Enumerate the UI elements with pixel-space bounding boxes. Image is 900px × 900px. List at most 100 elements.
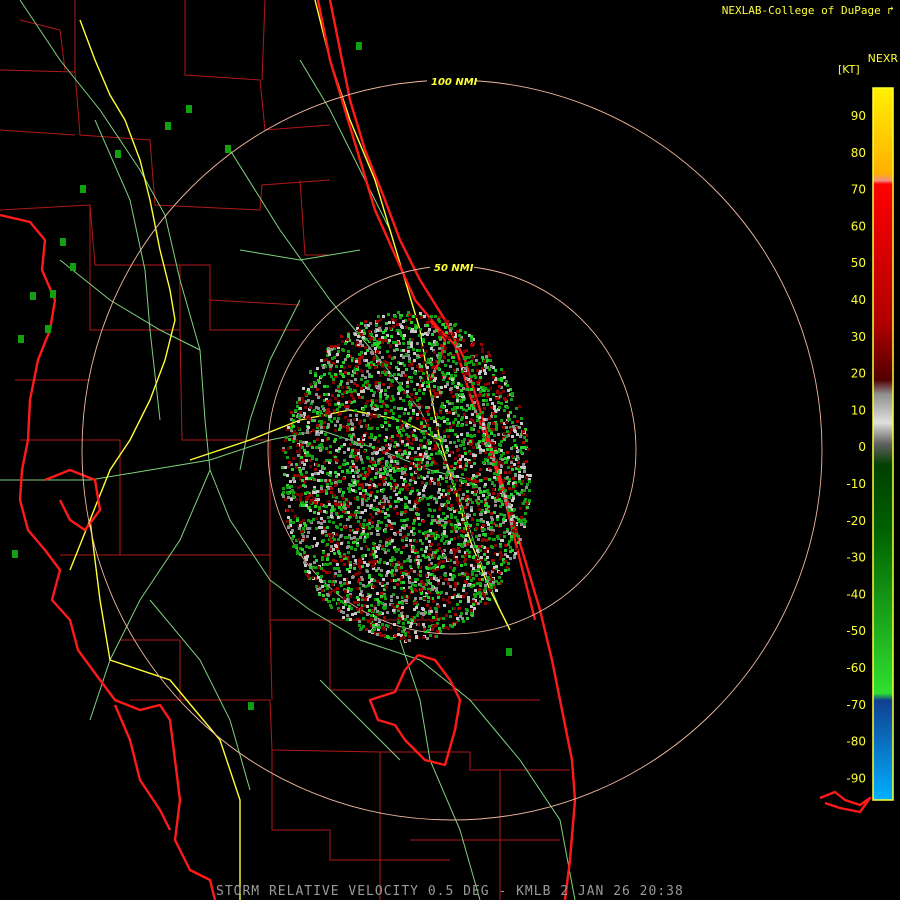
echo-pixel xyxy=(443,356,446,359)
echo-pixel xyxy=(507,508,510,511)
echo-pixel xyxy=(454,433,457,436)
echo-pixel xyxy=(418,530,421,533)
echo-pixel xyxy=(387,500,390,503)
echo-pixel xyxy=(520,519,523,522)
echo-pixel xyxy=(431,448,434,451)
echo-pixel xyxy=(457,494,460,497)
echo-pixel xyxy=(443,435,446,438)
echo-pixel xyxy=(374,408,377,411)
echo-pixel xyxy=(297,420,300,423)
echo-pixel xyxy=(401,606,404,609)
echo-pixel xyxy=(357,506,360,509)
echo-pixel xyxy=(325,492,328,495)
echo-pixel xyxy=(385,339,388,342)
echo-pixel xyxy=(420,354,423,357)
echo-pixel xyxy=(344,526,347,529)
echo-pixel xyxy=(461,506,464,509)
echo-pixel xyxy=(417,611,420,614)
echo-pixel xyxy=(308,442,311,445)
echo-pixel xyxy=(435,329,438,332)
echo-pixel xyxy=(384,551,387,554)
echo-pixel xyxy=(335,525,338,528)
echo-pixel xyxy=(403,471,406,474)
echo-pixel xyxy=(447,435,450,438)
echo-pixel xyxy=(434,551,437,554)
echo-pixel xyxy=(330,364,333,367)
echo-pixel xyxy=(502,390,505,393)
echo-pixel xyxy=(421,607,424,610)
echo-pixel xyxy=(407,412,410,415)
echo-pixel xyxy=(357,469,360,472)
echo-pixel xyxy=(343,582,346,585)
echo-pixel xyxy=(314,505,317,508)
echo-pixel xyxy=(338,503,341,506)
echo-pixel xyxy=(320,375,323,378)
echo-pixel xyxy=(444,319,447,322)
echo-pixel xyxy=(403,391,406,394)
echo-pixel xyxy=(435,531,438,534)
echo-pixel xyxy=(407,533,410,536)
legend-tick-label: -20 xyxy=(846,514,866,528)
echo-pixel xyxy=(344,416,347,419)
echo-pixel xyxy=(521,475,524,478)
echo-pixel xyxy=(507,466,510,469)
echo-pixel xyxy=(506,648,512,656)
echo-pixel xyxy=(456,399,459,402)
echo-pixel xyxy=(327,516,330,519)
echo-pixel xyxy=(380,592,383,595)
echo-pixel xyxy=(375,452,378,455)
echo-pixel xyxy=(438,627,441,630)
echo-pixel xyxy=(371,401,374,404)
echo-pixel xyxy=(402,399,405,402)
echo-pixel xyxy=(454,457,457,460)
echo-pixel xyxy=(499,505,502,508)
echo-pixel xyxy=(384,516,387,519)
echo-pixel xyxy=(422,338,425,341)
echo-pixel xyxy=(429,509,432,512)
echo-pixel xyxy=(360,607,363,610)
echo-pixel xyxy=(330,512,333,515)
echo-pixel xyxy=(482,434,485,437)
echo-pixel xyxy=(307,531,310,534)
echo-pixel xyxy=(407,435,410,438)
echo-pixel xyxy=(461,455,464,458)
echo-pixel xyxy=(338,570,341,573)
echo-pixel xyxy=(466,513,469,516)
echo-pixel xyxy=(472,407,475,410)
echo-pixel xyxy=(460,612,463,615)
echo-pixel xyxy=(452,333,455,336)
echo-pixel xyxy=(471,395,474,398)
echo-pixel xyxy=(389,327,392,330)
echo-pixel xyxy=(406,390,409,393)
product-code: NEXR xyxy=(867,52,898,65)
echo-pixel xyxy=(400,374,403,377)
echo-pixel xyxy=(460,433,463,436)
echo-pixel xyxy=(443,532,446,535)
echo-pixel xyxy=(377,415,380,418)
echo-pixel xyxy=(437,515,440,518)
echo-pixel xyxy=(398,614,401,617)
echo-pixel xyxy=(519,538,522,541)
echo-pixel xyxy=(357,335,360,338)
echo-pixel xyxy=(356,480,359,483)
echo-pixel xyxy=(487,456,490,459)
echo-pixel xyxy=(322,366,325,369)
echo-pixel xyxy=(476,472,479,475)
echo-pixel xyxy=(426,419,429,422)
echo-pixel xyxy=(386,635,389,638)
echo-pixel xyxy=(470,404,473,407)
echo-pixel xyxy=(325,505,328,508)
echo-pixel xyxy=(476,582,479,585)
echo-pixel xyxy=(388,355,391,358)
echo-pixel xyxy=(357,562,360,565)
echo-pixel xyxy=(407,346,410,349)
echo-pixel xyxy=(513,429,516,432)
echo-pixel xyxy=(448,454,451,457)
echo-pixel xyxy=(495,565,498,568)
echo-pixel xyxy=(435,635,438,638)
echo-pixel xyxy=(360,425,363,428)
echo-pixel xyxy=(484,372,487,375)
echo-pixel xyxy=(461,393,464,396)
echo-pixel xyxy=(321,558,324,561)
echo-pixel xyxy=(385,364,388,367)
